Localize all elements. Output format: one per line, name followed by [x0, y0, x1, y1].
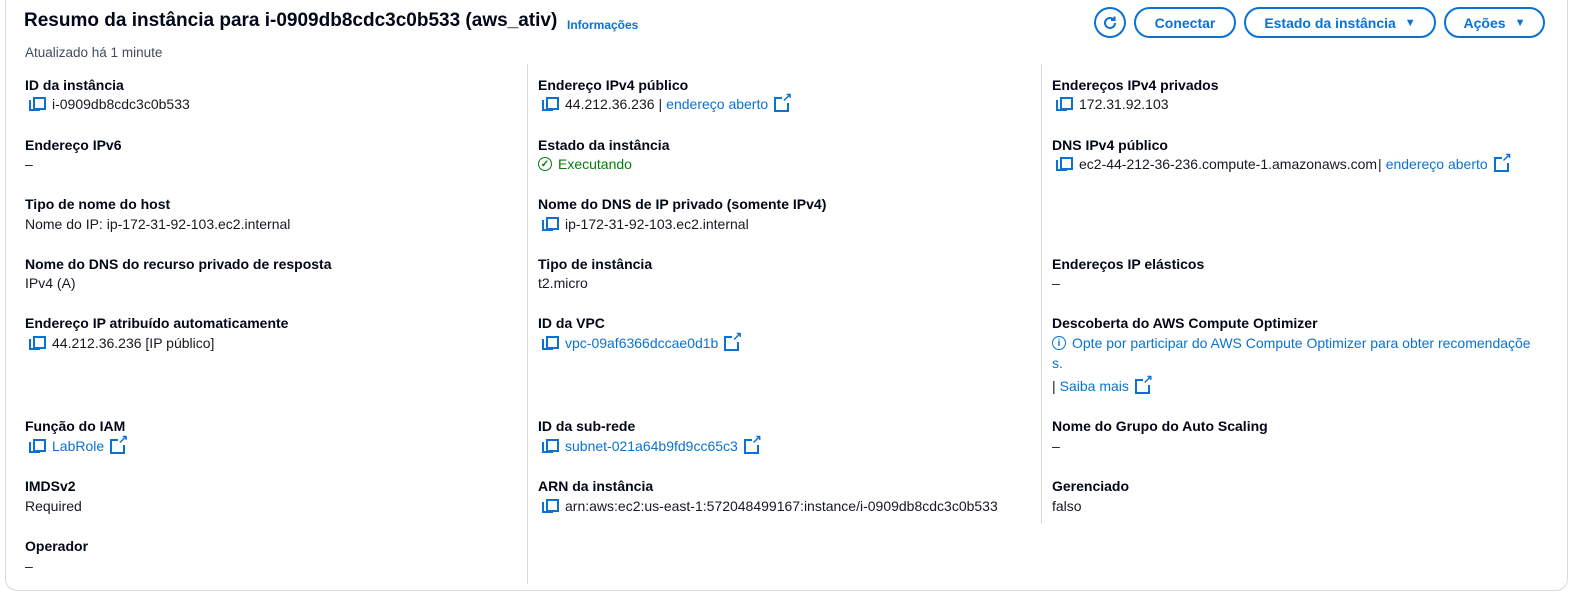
external-link-icon — [743, 432, 762, 454]
copy-icon[interactable] — [29, 335, 46, 351]
asg-label: Nome do Grupo do Auto Scaling — [1052, 418, 1268, 434]
imdsv2-value: Required — [25, 498, 82, 514]
instance-state-button[interactable]: Estado da instância ▼ — [1244, 7, 1436, 38]
public-dns-text: ec2-44-212-36-236.compute-1.amazonaws.co… — [1079, 156, 1378, 172]
imdsv2-label: IMDSv2 — [25, 478, 76, 494]
open-address-link[interactable]: endereço aberto — [1386, 156, 1488, 172]
public-dns-label: DNS IPv4 público — [1052, 137, 1168, 153]
updated-timestamp: Atualizado há 1 minute — [25, 45, 163, 60]
instance-arn-text: arn:aws:ec2:us-east-1:572048499167:insta… — [565, 498, 998, 514]
instance-id-text: i-0909db8cdc3c0b533 — [52, 96, 190, 112]
private-dns-text: ip-172-31-92-103.ec2.internal — [565, 216, 749, 232]
vpc-link[interactable]: vpc-09af6366dccae0d1b — [565, 335, 718, 351]
column-divider — [1041, 64, 1042, 524]
compute-optimizer-label: Descoberta do AWS Compute Optimizer — [1052, 315, 1318, 331]
copy-icon[interactable] — [1056, 156, 1073, 172]
external-link-icon — [724, 329, 743, 351]
separator: | — [658, 96, 663, 112]
private-ipv4-value: 172.31.92.103 — [1056, 96, 1169, 112]
instance-arn-value: arn:aws:ec2:us-east-1:572048499167:insta… — [542, 498, 998, 514]
subnet-id-value: subnet-021a64b9fd9cc65c3 — [542, 432, 762, 454]
elastic-ip-value: – — [1052, 275, 1060, 291]
elastic-ip-label: Endereços IP elásticos — [1052, 256, 1205, 272]
instance-type-value: t2.micro — [538, 275, 588, 291]
connect-label: Conectar — [1154, 14, 1216, 31]
copy-icon[interactable] — [542, 335, 559, 351]
copy-icon[interactable] — [1056, 96, 1073, 112]
instance-id-value: i-0909db8cdc3c0b533 — [29, 96, 190, 112]
copy-icon[interactable] — [542, 498, 559, 514]
subnet-id-label: ID da sub-rede — [538, 418, 636, 434]
separator: | — [1378, 156, 1382, 172]
operator-value: – — [25, 558, 33, 574]
instance-state-label: Estado da instância — [1264, 14, 1396, 31]
instance-id-label: ID da instância — [25, 77, 124, 93]
private-ipv4-text: 172.31.92.103 — [1079, 96, 1169, 112]
external-link-icon — [1493, 150, 1512, 172]
copy-icon[interactable] — [29, 96, 46, 112]
managed-value: falso — [1052, 498, 1082, 514]
caret-down-icon: ▼ — [1514, 16, 1526, 29]
opt-in-link[interactable]: Opte por participar do AWS Compute Optim… — [1072, 335, 1531, 351]
check-circle-icon: ✓ — [538, 157, 552, 171]
actions-label: Ações — [1463, 14, 1506, 31]
info-icon: i — [1052, 336, 1066, 350]
iam-role-label: Função do IAM — [25, 418, 126, 434]
column-divider — [527, 64, 528, 584]
page-title: Resumo da instância para i-0909db8cdc3c0… — [24, 10, 558, 31]
refresh-icon — [1104, 16, 1116, 29]
private-dns-value: ip-172-31-92-103.ec2.internal — [542, 216, 749, 232]
instance-state-value: ✓ Executando — [538, 156, 632, 172]
instance-arn-label: ARN da instância — [538, 478, 654, 494]
ipv6-value: – — [25, 156, 33, 172]
vpc-id-label: ID da VPC — [538, 315, 605, 331]
asg-value: – — [1052, 438, 1060, 454]
open-address-link[interactable]: endereço aberto — [666, 96, 768, 112]
external-link-icon — [110, 432, 129, 454]
connect-button[interactable]: Conectar — [1134, 7, 1236, 38]
learn-more-row: | Saiba mais — [1052, 372, 1153, 394]
actions-button[interactable]: Ações ▼ — [1444, 7, 1545, 38]
external-link-icon — [774, 90, 793, 112]
ipv6-label: Endereço IPv6 — [25, 137, 122, 153]
private-dns-resource-label: Nome do DNS do recurso privado de respos… — [25, 256, 332, 272]
opt-in-link-continued[interactable]: s. — [1052, 355, 1063, 371]
subnet-link[interactable]: subnet-021a64b9fd9cc65c3 — [565, 438, 738, 454]
managed-label: Gerenciado — [1052, 478, 1130, 494]
public-dns-value: ec2-44-212-36-236.compute-1.amazonaws.co… — [1056, 150, 1512, 172]
vpc-id-value: vpc-09af6366dccae0d1b — [542, 329, 743, 351]
info-link[interactable]: Informações — [567, 18, 638, 32]
copy-icon[interactable] — [542, 438, 559, 454]
private-dns-resource-value: IPv4 (A) — [25, 275, 76, 291]
copy-icon[interactable] — [542, 216, 559, 232]
public-ipv4-label: Endereço IPv4 público — [538, 77, 689, 93]
iam-role-link[interactable]: LabRole — [52, 438, 104, 454]
hostname-type-label: Tipo de nome do host — [25, 196, 171, 212]
operator-label: Operador — [25, 538, 89, 554]
iam-role-value: LabRole — [29, 432, 129, 454]
private-ipv4-label: Endereços IPv4 privados — [1052, 77, 1219, 93]
hostname-type-value: Nome do IP: ip-172-31-92-103.ec2.interna… — [25, 216, 291, 232]
public-ipv4-value: 44.212.36.236 | endereço aberto — [542, 90, 793, 112]
public-ipv4-text: 44.212.36.236 — [565, 96, 655, 112]
private-dns-label: Nome do DNS de IP privado (somente IPv4) — [538, 196, 827, 212]
copy-icon[interactable] — [542, 96, 559, 112]
learn-more-link[interactable]: Saiba mais — [1060, 378, 1129, 394]
auto-ip-value: 44.212.36.236 [IP público] — [29, 335, 214, 351]
auto-ip-label: Endereço IP atribuído automaticamente — [25, 315, 289, 331]
copy-icon[interactable] — [29, 438, 46, 454]
status-running: Executando — [558, 156, 632, 172]
instance-type-label: Tipo de instância — [538, 256, 653, 272]
instance-state-label: Estado da instância — [538, 137, 670, 153]
refresh-button[interactable] — [1094, 7, 1126, 38]
caret-down-icon: ▼ — [1404, 16, 1416, 29]
separator: | — [1052, 378, 1056, 394]
external-link-icon — [1134, 372, 1153, 394]
auto-ip-text: 44.212.36.236 [IP público] — [52, 335, 215, 351]
compute-optimizer-value: i Opte por participar do AWS Compute Opt… — [1052, 335, 1531, 351]
